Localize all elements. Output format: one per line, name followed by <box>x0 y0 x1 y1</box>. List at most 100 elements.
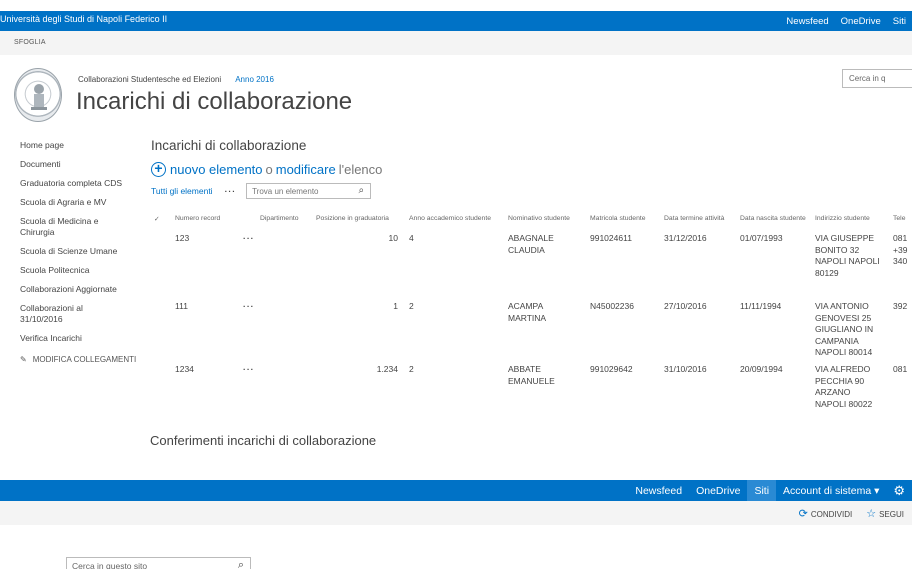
ranking-position: 1 <box>393 301 398 311</box>
ranking-position: 1.234 <box>376 364 398 374</box>
site-search-input[interactable]: Cerca in q <box>842 69 912 88</box>
address-line: VIA ALFREDO <box>815 364 871 374</box>
student-firstname: CLAUDIA <box>508 244 545 255</box>
record-number[interactable]: 111 <box>175 301 188 313</box>
nav-item-ranking[interactable]: Graduatoria completa CDS <box>20 178 140 189</box>
birth-date: 01/07/1993 <box>740 233 783 243</box>
column-header[interactable]: Dipartimento <box>260 215 299 222</box>
nav-item-agraria[interactable]: Scuola di Agraria e MV <box>20 197 140 208</box>
select-all-check-icon[interactable]: ✓ <box>154 215 160 223</box>
nav-item-updated[interactable]: Collaborazioni Aggiornate <box>20 284 140 295</box>
column-header[interactable]: Data termine attività <box>664 215 724 222</box>
sites-link[interactable]: Siti <box>887 11 912 31</box>
address-line: CAMPANIA <box>815 335 859 346</box>
nav-item-scienze-umane[interactable]: Scuola di Scienze Umane <box>20 246 140 257</box>
item-menu-ellipsis-icon[interactable]: ··· <box>243 233 255 245</box>
sites-link[interactable]: Siti <box>747 480 777 501</box>
column-header[interactable]: Data nascita studente <box>740 215 806 222</box>
nav-item-verify[interactable]: Verifica Incarichi <box>20 333 140 344</box>
address-line: ARZANO <box>815 387 851 397</box>
student-address: VIA GIUSEPPE BONITO 32 NAPOLI NAPOLI 801… <box>815 233 880 279</box>
onedrive-link[interactable]: OneDrive <box>835 11 887 31</box>
tab-browse[interactable]: SFOGLIA <box>14 39 46 46</box>
add-icon[interactable]: + <box>151 161 166 177</box>
onedrive-link[interactable]: OneDrive <box>689 480 747 501</box>
account-menu[interactable]: Account di sistema ▾ <box>776 480 886 501</box>
student-name: ABAGNALE CLAUDIA <box>508 233 554 256</box>
nav-item-home[interactable]: Home page <box>20 140 140 151</box>
quick-launch: Home page Documenti Graduatoria completa… <box>20 140 140 364</box>
address-line: GIUGLIANO IN <box>815 324 874 334</box>
list-title[interactable]: Incarichi di collaborazione <box>151 138 306 153</box>
edit-list-link[interactable]: modificare <box>276 162 336 177</box>
suite-links: Newsfeed OneDrive Siti <box>780 11 912 31</box>
address-line: GENOVESI 25 <box>815 312 872 323</box>
site-search-input-bottom[interactable]: Cerca in questo sito ⌕ <box>66 557 251 569</box>
record-number[interactable]: 1234 <box>175 364 194 376</box>
ribbon-bottom: ⟳ CONDIVIDI ☆ SEGUI <box>0 501 912 525</box>
phone-line: +39 <box>893 244 908 255</box>
birth-date: 11/11/1994 <box>740 301 782 311</box>
share-icon: ⟳ <box>798 508 808 520</box>
address-line: PECCHIA 90 <box>815 375 865 386</box>
student-surname: ABBATE <box>508 364 541 374</box>
gear-icon[interactable]: ⚙ <box>886 480 912 501</box>
share-button[interactable]: ⟳ CONDIVIDI <box>799 507 853 520</box>
address-line: VIA GIUSEPPE <box>815 233 875 243</box>
student-id: 991024611 <box>590 233 632 243</box>
share-label: CONDIVIDI <box>810 510 853 519</box>
record-number[interactable]: 123 <box>175 233 189 245</box>
end-date: 31/10/2016 <box>664 364 707 374</box>
breadcrumb-site[interactable]: Collaborazioni Studentesche ed Elezioni <box>78 75 221 84</box>
view-menu-ellipsis-icon[interactable]: ··· <box>225 186 237 196</box>
nav-item-collab-31-10[interactable]: Collaborazioni al 31/10/2016 <box>20 303 100 325</box>
search-icon[interactable]: ⌕ <box>358 185 364 196</box>
list-webpart: Incarichi di collaborazione + nuovo elem… <box>151 138 907 409</box>
item-menu-ellipsis-icon[interactable]: ··· <box>243 301 255 313</box>
find-item-input[interactable]: Trova un elemento ⌕ <box>246 183 372 199</box>
column-header[interactable]: Numero record <box>175 215 220 222</box>
address-line: NAPOLI NAPOLI <box>815 256 880 266</box>
edit-links-label: MODIFICA COLLEGAMENTI <box>32 355 137 364</box>
birth-date: 20/09/1994 <box>740 364 783 374</box>
column-header[interactable]: Matricola studente <box>590 215 646 222</box>
student-id: 991029642 <box>590 364 633 374</box>
second-list-title[interactable]: Conferimenti incarichi di collaborazione <box>150 433 376 448</box>
column-header[interactable]: Indirizzio studente <box>815 215 870 222</box>
suite-bar-bottom: Newsfeed OneDrive Siti Account di sistem… <box>0 480 912 501</box>
student-address: VIA ALFREDO PECCHIA 90 ARZANO NAPOLI 800… <box>815 364 872 410</box>
newsfeed-link[interactable]: Newsfeed <box>628 480 689 501</box>
item-menu-ellipsis-icon[interactable]: ··· <box>243 364 255 376</box>
or-text: o <box>265 162 273 177</box>
end-date: 27/10/2016 <box>664 301 707 311</box>
student-phone: 392 <box>893 301 907 313</box>
new-item-link[interactable]: nuovo elemento <box>170 162 263 177</box>
academic-year: 4 <box>409 233 414 243</box>
student-name: ABBATE EMANUELE <box>508 364 555 387</box>
nav-item-medicina[interactable]: Scuola di Medicina e Chirurgia <box>20 216 112 238</box>
student-phone: 081 <box>893 364 907 376</box>
university-logo-icon[interactable] <box>14 68 62 122</box>
student-surname: ACAMPA <box>508 301 544 311</box>
column-header[interactable]: Tele <box>893 215 905 222</box>
phone-line: 081 <box>893 364 908 374</box>
column-header[interactable]: Posizione in graduatoria <box>316 215 389 222</box>
view-all-items[interactable]: Tutti gli elementi <box>151 186 213 196</box>
search-icon[interactable]: ⌕ <box>238 559 244 569</box>
page-title: Incarichi di collaborazione <box>76 88 353 115</box>
newsfeed-link[interactable]: Newsfeed <box>780 11 834 31</box>
breadcrumb-current[interactable]: Anno 2016 <box>235 75 274 84</box>
phone-line: 392 <box>893 301 908 311</box>
address-line: NAPOLI 80014 <box>815 347 873 357</box>
org-name[interactable]: Università degli Studi di Napoli Federic… <box>0 14 167 24</box>
ranking-position: 10 <box>388 233 398 243</box>
edit-links-button[interactable]: ✎ MODIFICA COLLEGAMENTI <box>20 355 140 364</box>
ribbon: SFOGLIA <box>0 31 912 55</box>
column-header[interactable]: Nominativo studente <box>508 215 570 222</box>
column-header[interactable]: Anno accademico studente <box>409 215 491 222</box>
academic-year: 2 <box>409 364 414 374</box>
follow-button[interactable]: ☆ SEGUI <box>866 507 904 520</box>
nav-item-politecnica[interactable]: Scuola Politecnica <box>20 265 140 276</box>
nav-item-documents[interactable]: Documenti <box>20 159 140 170</box>
view-selector: Tutti gli elementi ··· Trova un elemento… <box>151 183 372 199</box>
